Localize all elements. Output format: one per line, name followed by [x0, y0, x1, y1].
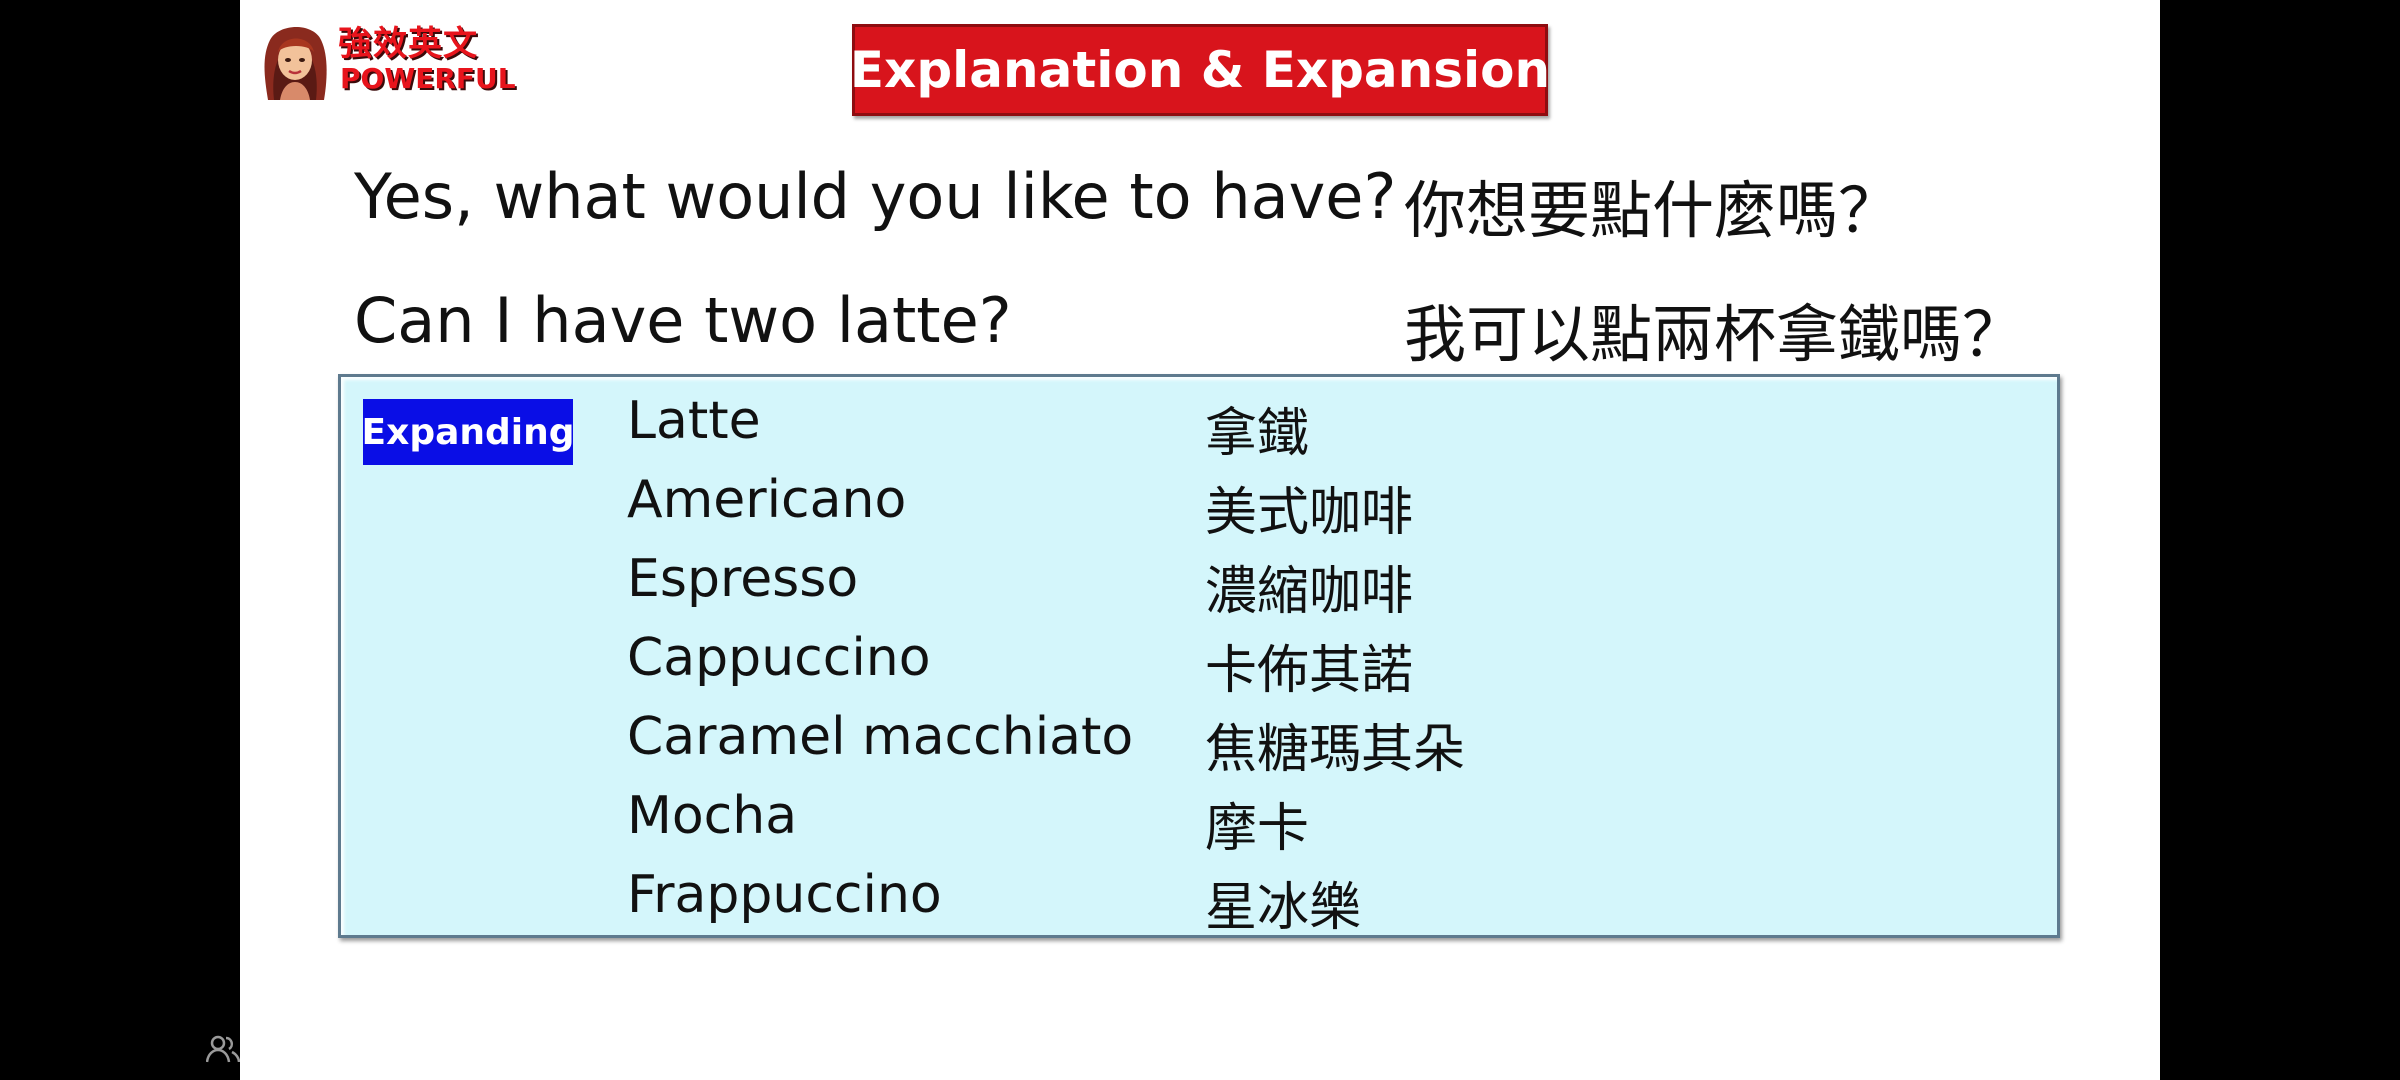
brand-logo: 強效英文 POWERFUL: [256, 14, 516, 104]
logo-chinese-text: 強效英文: [338, 24, 478, 64]
logo-english-text: POWERFUL: [340, 62, 516, 95]
vocab-row: Espresso 濃縮咖啡: [341, 549, 2057, 627]
sentence-request-english: Can I have two latte?: [354, 284, 1012, 357]
vocab-chinese: 濃縮咖啡: [1205, 562, 1414, 622]
screen: 強效英文 POWERFUL Explanation & Expansion Ye…: [0, 0, 2400, 1080]
vocab-english: Frappuccino: [627, 865, 942, 925]
sentence-question-english: Yes, what would you like to have?: [354, 160, 1397, 233]
vocab-chinese: 摩卡: [1205, 799, 1310, 859]
vocab-chinese: 焦糖瑪其朵: [1205, 720, 1466, 780]
vocab-chinese: 拿鐵: [1205, 404, 1310, 464]
slide: 強效英文 POWERFUL Explanation & Expansion Ye…: [240, 0, 2160, 1080]
vocab-row: Cappuccino 卡佈其諾: [341, 628, 2057, 706]
sentence-question-chinese: 你想要點什麼嗎？: [1404, 174, 1901, 247]
vocab-chinese: 星冰樂: [1205, 878, 1362, 938]
vocab-english: Mocha: [627, 786, 798, 846]
title-banner: Explanation & Expansion: [849, 24, 1551, 116]
slide-title: Explanation & Expansion: [849, 41, 1551, 99]
vocab-english: Americano: [627, 470, 907, 530]
vocab-english: Cappuccino: [627, 628, 931, 688]
vocab-english: Caramel macchiato: [627, 707, 1134, 767]
vocab-row: Mocha 摩卡: [341, 786, 2057, 864]
vocab-english: Latte: [627, 391, 761, 451]
sentence-request-chinese: 我可以點兩杯拿鐵嗎？: [1404, 298, 2025, 371]
vocab-chinese: 美式咖啡: [1205, 483, 1414, 543]
vocab-row: Americano 美式咖啡: [341, 470, 2057, 548]
expanding-vocabulary-box: Expanding Latte 拿鐵 Americano 美式咖啡 Espres…: [338, 374, 2060, 938]
vocab-row: Frappuccino 星冰樂: [341, 865, 2057, 943]
vocab-row: Caramel macchiato 焦糖瑪其朵: [341, 707, 2057, 785]
people-icon[interactable]: [206, 1034, 240, 1064]
vocab-row: Latte 拿鐵: [341, 391, 2057, 469]
vocab-chinese: 卡佈其諾: [1205, 641, 1414, 701]
girl-avatar-icon: [264, 26, 327, 100]
vocab-english: Espresso: [627, 549, 859, 609]
